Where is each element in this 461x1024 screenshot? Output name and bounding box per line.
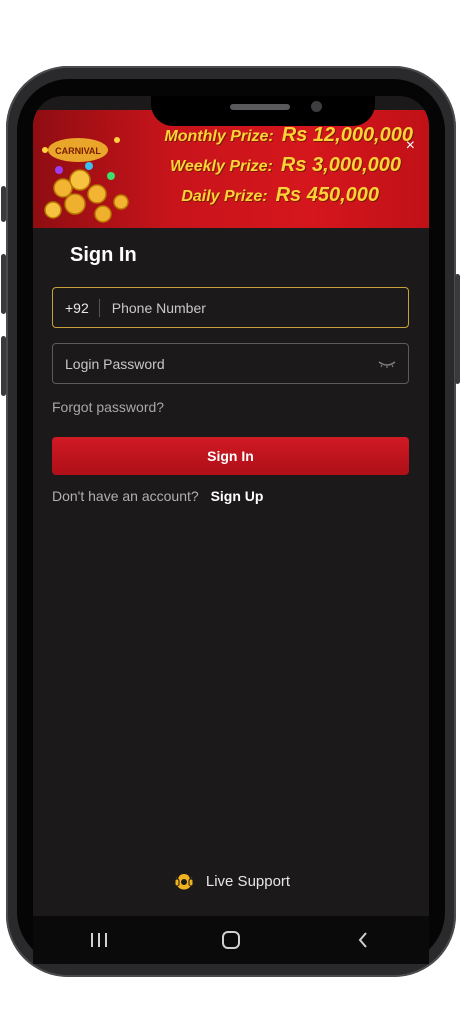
password-field[interactable] xyxy=(52,343,409,384)
live-support-label: Live Support xyxy=(205,872,291,890)
live-support-button[interactable]: Live Support xyxy=(33,870,429,892)
prize-label: Weekly Prize: xyxy=(170,158,273,175)
prize-list: Monthly Prize: Rs 12,000,000 Weekly Priz… xyxy=(123,124,413,214)
side-button xyxy=(1,186,6,222)
phone-input[interactable] xyxy=(99,288,408,327)
power-button xyxy=(455,274,460,384)
volume-up-button xyxy=(1,254,6,314)
recent-apps-button[interactable] xyxy=(79,925,119,955)
prize-label: Daily Prize: xyxy=(181,188,268,205)
password-input[interactable] xyxy=(53,344,376,383)
system-nav-bar xyxy=(33,916,429,964)
country-code[interactable]: +92 xyxy=(53,298,100,317)
sign-in-button[interactable]: Sign In xyxy=(52,437,409,475)
home-button[interactable] xyxy=(211,925,251,955)
back-button[interactable] xyxy=(343,925,383,955)
eye-closed-icon[interactable] xyxy=(376,357,398,371)
signup-prompt: Don't have an account? Sign Up xyxy=(52,488,263,504)
close-banner-button[interactable]: × xyxy=(406,138,415,154)
monthly-prize-row: Monthly Prize: Rs 12,000,000 xyxy=(123,124,413,154)
screen: CARNIVAL Monthly Prize: Rs 12,000,000 We… xyxy=(33,96,429,947)
phone-field[interactable]: +92 xyxy=(52,287,409,328)
promo-banner[interactable]: CARNIVAL Monthly Prize: Rs 12,000,000 We… xyxy=(33,110,429,228)
front-camera xyxy=(311,101,322,112)
weekly-prize-row: Weekly Prize: Rs 3,000,000 xyxy=(123,154,413,184)
no-account-text: Don't have an account? xyxy=(52,488,199,504)
volume-down-button xyxy=(1,336,6,396)
prize-amount: Rs 450,000 xyxy=(275,184,379,206)
recent-apps-icon xyxy=(91,933,107,947)
forgot-password-link[interactable]: Forgot password? xyxy=(52,399,164,415)
prize-amount: Rs 3,000,000 xyxy=(280,154,401,176)
camera-notch xyxy=(151,96,375,126)
headset-icon xyxy=(174,871,194,890)
home-icon xyxy=(222,931,240,949)
daily-prize-row: Daily Prize: Rs 450,000 xyxy=(123,184,413,214)
sign-up-link[interactable]: Sign Up xyxy=(211,488,264,504)
page-title: Sign In xyxy=(70,244,137,266)
prize-amount: Rs 12,000,000 xyxy=(281,124,413,146)
speaker xyxy=(230,104,290,110)
back-icon xyxy=(358,932,367,948)
prize-label: Monthly Prize: xyxy=(164,128,274,145)
carnival-logo-text: CARNIVAL xyxy=(55,146,101,156)
